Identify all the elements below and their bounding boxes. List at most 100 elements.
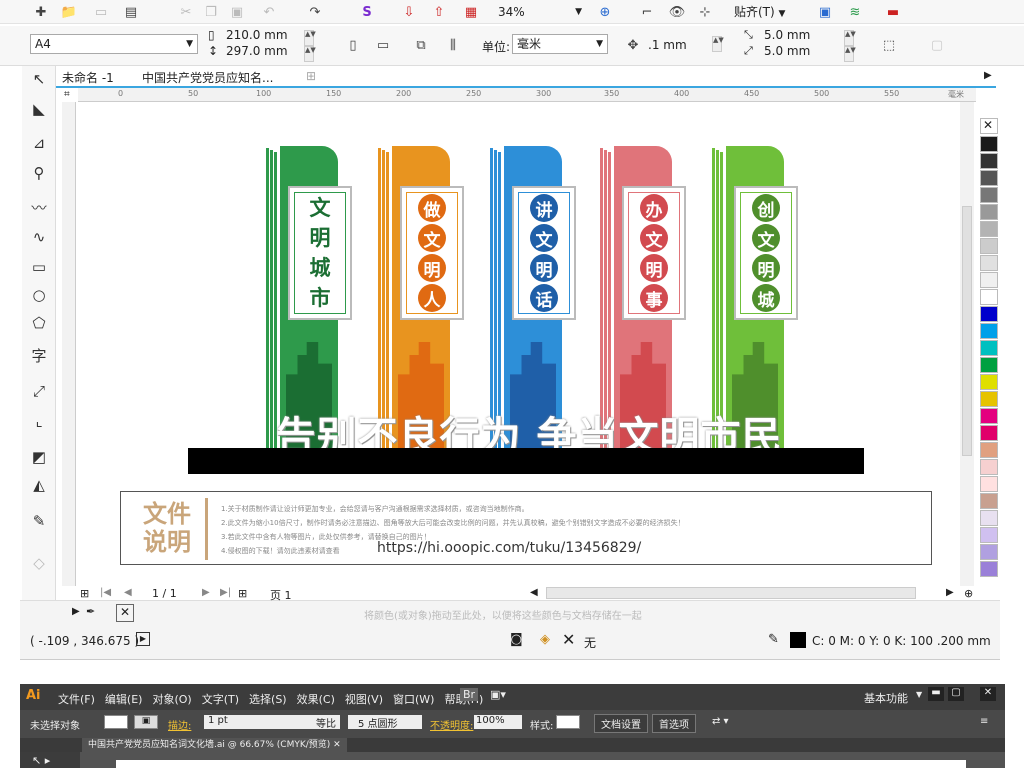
menu-item[interactable]: 窗口(W) [393, 691, 434, 707]
scroll-right-icon[interactable]: ▶ [946, 587, 954, 598]
tab-untitled[interactable]: 未命名 -1 [62, 69, 114, 86]
fill-color-swatch[interactable] [104, 715, 128, 729]
no-fill-swatch[interactable]: ✕ [116, 604, 134, 622]
brush-select[interactable]: 5 点圆形 [348, 715, 422, 730]
minimize-icon[interactable]: ▬ [928, 687, 944, 701]
add-page-end-icon[interactable]: ⊞ [238, 587, 247, 600]
dup-y-stepper[interactable]: ▲▼ [844, 46, 856, 62]
color-swatch[interactable] [980, 306, 998, 322]
menu-item[interactable]: 视图(V) [345, 691, 383, 707]
snap-menu[interactable]: 贴齐(T) ▼ [734, 3, 785, 20]
next-page-icon[interactable]: ▶ [202, 587, 210, 598]
stroke-weight-field[interactable]: 1 pt [204, 715, 262, 729]
transparency-tool-icon[interactable]: ◭ [28, 474, 50, 496]
color-swatch[interactable] [980, 510, 998, 526]
print-icon[interactable]: ▤ [120, 1, 142, 23]
width-stepper[interactable]: ▲▼ [304, 30, 316, 46]
close-icon[interactable]: ✕ [980, 687, 996, 701]
color-swatch[interactable] [980, 493, 998, 509]
interactive-fill-tool-icon[interactable]: ◇ [28, 552, 50, 574]
launch-icon[interactable]: ▬ [882, 1, 904, 23]
play-icon[interactable]: ▶ [136, 632, 150, 646]
pick-tool-icon[interactable]: ↖ [28, 68, 50, 90]
new-file-icon[interactable]: ✚ [30, 1, 52, 23]
graphic-style-swatch[interactable] [556, 715, 580, 729]
color-swatch[interactable] [980, 289, 998, 305]
nudge-stepper[interactable]: ▲▼ [712, 36, 724, 52]
panel-menu-icon[interactable]: ≡ [980, 716, 988, 727]
parallel-dimension-tool-icon[interactable]: ⤢ [28, 380, 50, 402]
freehand-tool-icon[interactable]: 〰 [28, 196, 50, 218]
smart-fill-tool-icon[interactable]: ∿ [28, 226, 50, 248]
paste-icon[interactable]: ▣ [226, 1, 248, 23]
color-swatch[interactable] [980, 204, 998, 220]
duplicate-y-field[interactable]: 5.0 mm [764, 44, 810, 58]
color-swatch[interactable] [980, 544, 998, 560]
page-tab-1[interactable]: 页 1 [270, 587, 292, 603]
prev-page-icon[interactable]: ◀ [124, 587, 132, 598]
color-swatch[interactable] [980, 459, 998, 475]
shape-tool-icon[interactable]: ◣ [28, 98, 50, 120]
color-swatch[interactable] [980, 272, 998, 288]
last-page-icon[interactable]: ▶| [220, 587, 231, 598]
color-swatch[interactable] [980, 323, 998, 339]
landscape-icon[interactable]: ▭ [372, 34, 394, 56]
ellipse-tool-icon[interactable]: ○ [28, 284, 50, 306]
menu-item[interactable]: 文字(T) [202, 691, 239, 707]
first-page-icon[interactable]: |◀ [100, 587, 111, 598]
treat-as-filled-icon[interactable]: ⬚ [878, 34, 900, 56]
color-swatch[interactable] [980, 425, 998, 441]
polygon-tool-icon[interactable]: ⬠ [28, 312, 50, 334]
eyedropper-tool-icon[interactable]: ✎ [28, 510, 50, 532]
menu-item[interactable]: 编辑(E) [105, 691, 143, 707]
document-setup-button[interactable]: 文档设置 [594, 714, 648, 733]
full-screen-icon[interactable]: ⊕ [594, 1, 616, 23]
stroke-label[interactable]: 描边: [168, 717, 191, 732]
color-swatch[interactable] [980, 221, 998, 237]
duplicate-x-field[interactable]: 5.0 mm [764, 28, 810, 42]
palette-expand-icon[interactable]: ▶ [72, 606, 80, 617]
color-swatch[interactable] [980, 238, 998, 254]
menu-item[interactable]: 对象(O) [152, 691, 191, 707]
vertical-ruler[interactable] [62, 102, 76, 586]
zoom-level-select[interactable]: 34% ▼ [498, 2, 586, 22]
crop-tool-icon[interactable]: ⊿ [28, 132, 50, 154]
dup-x-stepper[interactable]: ▲▼ [844, 30, 856, 46]
color-swatch[interactable] [980, 340, 998, 356]
scroll-left-icon[interactable]: ◀ [530, 587, 538, 598]
rectangle-tool-icon[interactable]: ▭ [28, 256, 50, 278]
color-swatch[interactable] [980, 374, 998, 390]
welcome-screen-icon[interactable]: ▣ [814, 1, 836, 23]
color-swatch[interactable] [980, 561, 998, 577]
color-swatch[interactable] [980, 408, 998, 424]
opacity-field[interactable]: 100% [474, 715, 522, 729]
arrange-icon[interactable]: ⇄ ▾ [712, 716, 729, 727]
color-swatch[interactable] [980, 136, 998, 152]
tab-scroll-right-icon[interactable]: ▶ [984, 70, 992, 81]
text-tool-icon[interactable]: 字 [28, 344, 50, 366]
horizontal-scrollbar[interactable] [546, 587, 916, 599]
view-icon[interactable]: 👁 [666, 1, 688, 23]
outline-color-swatch[interactable] [790, 632, 806, 648]
rulers-icon[interactable]: ⌐ [636, 1, 658, 23]
color-swatch[interactable] [980, 527, 998, 543]
ruler-origin-icon[interactable]: ⌗ [64, 89, 70, 100]
color-swatch[interactable] [980, 476, 998, 492]
fill-bucket-icon[interactable]: ◈ [540, 632, 550, 647]
height-stepper[interactable]: ▲▼ [304, 46, 316, 62]
preferences-button[interactable]: 首选项 [652, 714, 696, 733]
page-width-field[interactable]: 210.0 mm [226, 28, 288, 42]
add-page-icon[interactable]: ⊞ [80, 587, 89, 600]
tab-document[interactable]: 中国共产党党员应知名... [142, 69, 273, 86]
options-icon[interactable]: ≋ [844, 1, 866, 23]
open-folder-icon[interactable]: 📁 [58, 1, 80, 23]
no-color-swatch[interactable]: ✕ [980, 118, 998, 134]
new-tab-icon[interactable]: ⊞ [306, 69, 316, 83]
all-pages-icon[interactable]: ⧉ [410, 34, 432, 56]
drawing-canvas[interactable]: 文明城市做文明人讲文明话办文明事创文明城 告别不良行为 争当文明市民 文件 说明… [78, 102, 976, 586]
color-swatch[interactable] [980, 153, 998, 169]
maximize-icon[interactable]: ▢ [948, 687, 964, 701]
menu-item[interactable]: 选择(S) [249, 691, 287, 707]
close-tab-icon[interactable]: ✕ [333, 740, 341, 750]
color-swatch[interactable] [980, 187, 998, 203]
